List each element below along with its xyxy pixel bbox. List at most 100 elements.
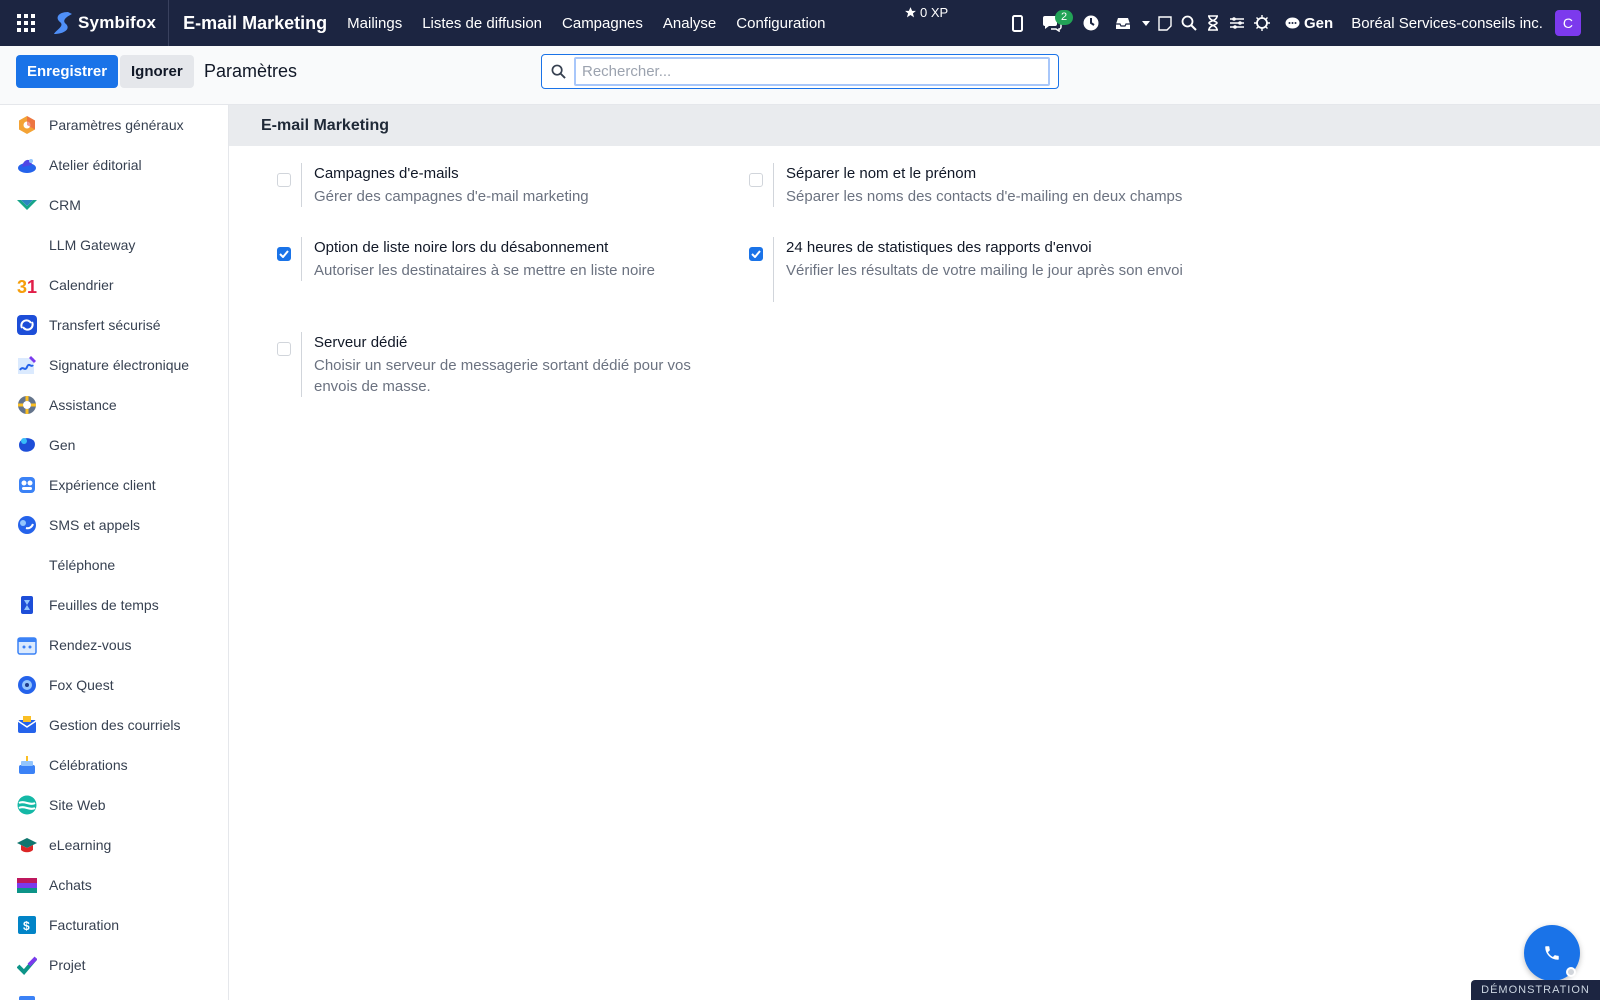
customer-icon (19, 477, 35, 493)
sidebar-item-gen[interactable]: Gen (0, 425, 228, 465)
search-input[interactable] (574, 57, 1050, 86)
setting-title: Séparer le nom et le prénom (786, 165, 977, 182)
control-panel: Enregistrer Ignorer Paramètres (0, 46, 1600, 105)
sidebar-item-timesheets[interactable]: Feuilles de temps (0, 585, 228, 625)
divider (773, 163, 774, 207)
sidebar-item-llm-gateway[interactable]: LLM Gateway (0, 225, 228, 265)
sidebar-item-purchases[interactable]: Achats (0, 865, 228, 905)
page-title: Paramètres (204, 61, 298, 81)
calendar-icon: 31 (17, 277, 37, 295)
brand-name: Symbifox (78, 13, 157, 32)
setting-description: Choisir un serveur de messagerie sortant… (314, 357, 691, 395)
sidebar-item-sms-calls[interactable]: SMS et appels (0, 505, 228, 545)
section-header: E-mail Marketing (229, 105, 1600, 146)
crm-icon (17, 200, 37, 210)
project-icon (17, 956, 37, 975)
sidebar-item-appointments[interactable]: Rendez-vous (0, 625, 228, 665)
mobile-icon[interactable] (1005, 0, 1029, 46)
speech-bubble-icon (1285, 17, 1300, 28)
setting-title: Serveur dédié (314, 334, 408, 351)
demo-ribbon: DÉMONSTRATION (1471, 980, 1600, 1000)
setting-description: Séparer les noms des contacts d'e-mailin… (786, 188, 1183, 205)
gen-label: Gen (1304, 14, 1334, 32)
xp-value: 0 XP (920, 5, 949, 20)
note-icon[interactable] (1153, 0, 1177, 46)
elearning-icon (17, 838, 37, 853)
sidebar-item-invoicing[interactable]: $ Facturation (0, 905, 228, 945)
phone-icon (1545, 946, 1559, 960)
svg-text:$: $ (23, 919, 30, 933)
sliders-icon[interactable] (1225, 0, 1249, 46)
chat-button[interactable]: 2 (1029, 0, 1075, 46)
settings-content: E-mail Marketing Campagnes d'e-mails Gér… (229, 105, 1600, 1000)
sidebar-item-customer-experience[interactable]: Expérience client (0, 465, 228, 505)
sidebar-item-more[interactable] (0, 985, 228, 1000)
menu-mailing-lists[interactable]: Listes de diffusion (422, 15, 542, 32)
cake-icon (19, 756, 35, 774)
sidebar-item-crm[interactable]: CRM (0, 185, 228, 225)
hourglass-icon[interactable] (1201, 0, 1225, 46)
sidebar-item-secure-transfer[interactable]: Transfert sécurisé (0, 305, 228, 345)
sidebar-item-editorial[interactable]: Atelier éditorial (0, 145, 228, 185)
checkbox-checked[interactable] (749, 247, 763, 261)
apps-menu-icon[interactable] (0, 0, 52, 46)
brand-logo[interactable]: Symbifox (52, 0, 170, 46)
sidebar-item-website[interactable]: Site Web (0, 785, 228, 825)
search-bar (541, 54, 1059, 89)
checkbox[interactable] (277, 342, 291, 356)
settings-sidebar: Paramètres généraux Atelier éditorial CR… (0, 105, 229, 1000)
sidebar-item-e-signature[interactable]: Signature électronique (0, 345, 228, 385)
divider (301, 237, 302, 281)
divider (301, 163, 302, 207)
checkbox-checked[interactable] (277, 247, 291, 261)
caret-down-icon[interactable] (1139, 0, 1153, 46)
xp-counter[interactable]: 0 XP (904, 5, 948, 20)
user-avatar[interactable]: C (1554, 10, 1581, 36)
status-dot (1566, 967, 1576, 977)
gen-icon (19, 438, 35, 452)
sidebar-item-project[interactable]: Projet (0, 945, 228, 985)
menu-configuration[interactable]: Configuration (736, 15, 825, 32)
setting-description: Autoriser les destinataires à se mettre … (314, 262, 655, 279)
divider (301, 332, 302, 397)
checkbox[interactable] (277, 173, 291, 187)
save-button[interactable]: Enregistrer (16, 55, 119, 88)
systray: 2 Gen Boréal Services-conseils inc. C (1005, 0, 1581, 46)
sidebar-item-fox-quest[interactable]: Fox Quest (0, 665, 228, 705)
search-icon[interactable] (1177, 0, 1201, 46)
sidebar-item-helpdesk[interactable]: Assistance (0, 385, 228, 425)
svg-text:1: 1 (27, 277, 37, 295)
bug-icon[interactable] (1249, 0, 1275, 46)
invoice-icon: $ (18, 916, 36, 934)
top-navbar: Symbifox E-mail Marketing Mailings Liste… (0, 0, 1600, 46)
company-switcher[interactable]: Boréal Services-conseils inc. (1351, 15, 1543, 32)
app-icon (19, 996, 35, 1000)
setting-description: Gérer des campagnes d'e-mail marketing (314, 188, 589, 205)
gen-button[interactable]: Gen (1285, 15, 1333, 32)
timesheet-icon (21, 596, 33, 614)
appointment-icon (17, 637, 37, 655)
inbox-icon[interactable] (1107, 0, 1139, 46)
checkbox[interactable] (749, 173, 763, 187)
setting-title: 24 heures de statistiques des rapports d… (786, 239, 1092, 256)
menu-campaigns[interactable]: Campagnes (562, 15, 643, 32)
sidebar-item-mail-management[interactable]: Gestion des courriels (0, 705, 228, 745)
app-title[interactable]: E-mail Marketing (183, 13, 327, 34)
discard-button[interactable]: Ignorer (120, 55, 194, 88)
clock-icon[interactable] (1075, 0, 1107, 46)
setting-title: Campagnes d'e-mails (314, 165, 459, 182)
star-icon (905, 7, 916, 18)
sidebar-item-calendar[interactable]: 31 Calendrier (0, 265, 228, 305)
chat-badge: 2 (1055, 10, 1074, 25)
mail-icon (17, 716, 37, 733)
helpdesk-icon (18, 396, 36, 414)
search-icon[interactable] (542, 64, 574, 79)
transfer-icon (17, 315, 37, 335)
menu-analysis[interactable]: Analyse (663, 15, 716, 32)
sidebar-item-telephone[interactable]: Téléphone (0, 545, 228, 585)
website-icon (17, 795, 37, 815)
sidebar-item-celebrations[interactable]: Célébrations (0, 745, 228, 785)
menu-mailings[interactable]: Mailings (347, 15, 402, 32)
sidebar-item-elearning[interactable]: eLearning (0, 825, 228, 865)
sidebar-item-general-settings[interactable]: Paramètres généraux (0, 105, 228, 145)
